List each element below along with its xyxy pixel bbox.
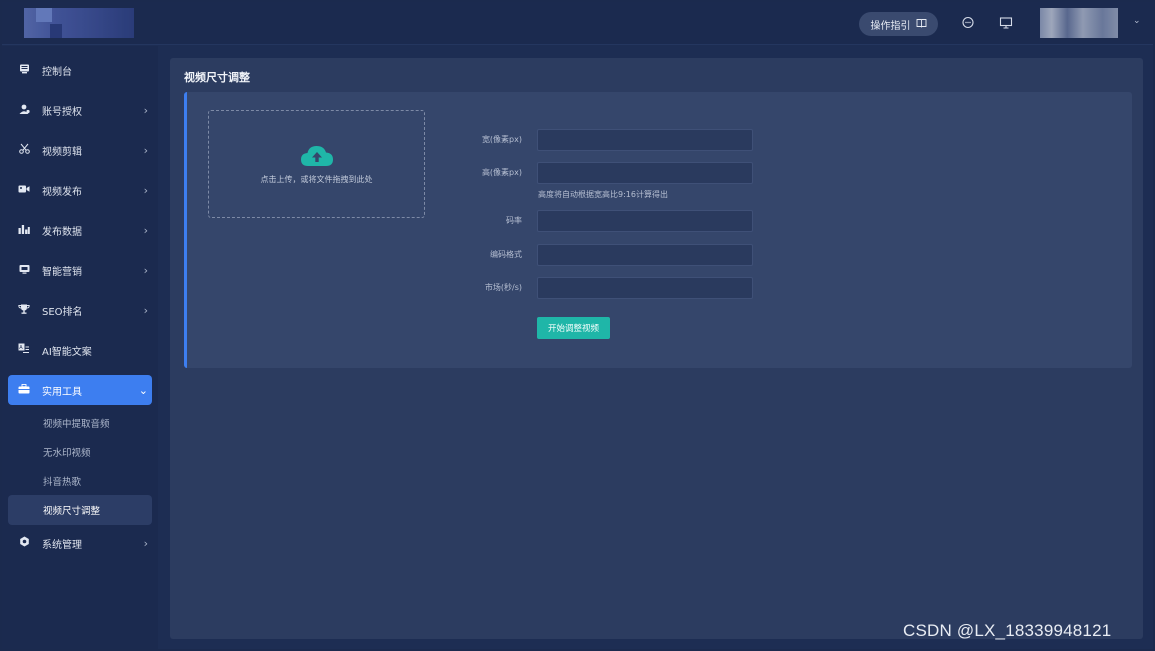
resize-form-card: 点击上传，或将文件拖拽到此处 宽(像素px) 高(像素px) 高度将自动根据宽高… [184,92,1132,368]
page-title: 视频尺寸调整 [184,71,250,84]
video-camera-icon [16,184,32,197]
top-header: 操作指引 ⌄ [2,2,1153,45]
chevron-right-icon: › [143,143,148,157]
sidebar-subitem-video-resize[interactable]: 视频尺寸调整 [8,495,152,525]
guide-button-label: 操作指引 [870,20,911,32]
height-label: 高(像素px) [481,168,522,177]
sidebar-item-dashboard[interactable]: 控制台 [8,55,152,85]
sidebar-item-label: 账号授权 [42,106,82,118]
chevron-right-icon: › [143,303,148,317]
codec-label: 编码格式 [490,250,522,259]
sidebar-item-label: 控制台 [42,66,72,78]
chevron-right-icon: › [143,223,148,237]
upload-hint: 点击上传，或将文件拖拽到此处 [260,174,373,184]
ai-doc-icon: A [16,343,32,357]
svg-text:A: A [19,345,23,351]
sidebar-item-smart-marketing[interactable]: 智能营销 › [8,255,152,285]
sidebar-item-label: SEO排名 [42,306,83,318]
chevron-down-icon: ⌄ [138,383,148,397]
duration-label: 市场(秒/s) [484,283,522,292]
sidebar-item-video-edit[interactable]: 视频剪辑 › [8,135,152,165]
bar-chart-icon [16,224,32,237]
logo-block [50,24,62,38]
cloud-upload-icon [300,145,333,166]
chevron-right-icon: › [143,183,148,197]
sidebar-item-label: 视频发布 [42,186,82,198]
scissors-icon [16,143,32,157]
bitrate-label: 码率 [506,216,522,225]
user-avatar[interactable] [1040,8,1118,38]
sidebar-subitem-label: 无水印视频 [43,448,91,459]
height-input[interactable] [537,162,753,184]
sidebar-item-label: 实用工具 [42,386,82,398]
sidebar-subitem-extract-audio[interactable]: 视频中提取音频 [8,408,152,438]
sidebar-item-seo-rank[interactable]: SEO排名 › [8,295,152,325]
trophy-icon [16,304,32,317]
width-input[interactable] [537,129,753,151]
sidebar-item-label: 发布数据 [42,226,82,238]
sidebar-subitem-douyin-hot-songs[interactable]: 抖音热歌 [8,466,152,496]
sidebar-item-account-auth[interactable]: 账号授权 › [8,95,152,125]
start-resize-button[interactable]: 开始调整视频 [537,317,610,339]
width-label: 宽(像素px) [481,135,522,144]
app-window: 操作指引 ⌄ 控制台 账号授权 › 视频剪辑 › 视频发布 › 发布数据 › 智… [2,2,1153,649]
main-panel: 视频尺寸调整 点击上传，或将文件拖拽到此处 宽(像素px) 高(像素px) 高度… [170,58,1143,639]
logo-block [36,8,52,22]
upload-dropzone[interactable]: 点击上传，或将文件拖拽到此处 [208,110,425,218]
codec-input[interactable] [537,244,753,266]
sidebar-subitem-label: 抖音热歌 [43,477,82,488]
sidebar-item-publish-data[interactable]: 发布数据 › [8,215,152,245]
monitor-icon[interactable] [997,14,1015,32]
chevron-right-icon: › [143,263,148,277]
chevron-right-icon: › [143,536,148,550]
sidebar-item-label: 系统管理 [42,539,82,551]
user-auth-icon [16,104,32,117]
sidebar-item-label: AI智能文案 [42,346,92,358]
sidebar-item-ai-copywriting[interactable]: A AI智能文案 [8,335,152,365]
sidebar-item-label: 智能营销 [42,266,82,278]
aspect-ratio-hint: 高度将自动根据宽高比9:16计算得出 [538,190,668,199]
sidebar-subitem-label: 视频中提取音频 [43,419,110,430]
duration-input[interactable] [537,277,753,299]
sidebar-item-video-publish[interactable]: 视频发布 › [8,175,152,205]
toolbox-icon [16,383,32,397]
logo[interactable] [24,8,134,38]
chevron-right-icon: › [143,103,148,117]
book-icon [916,18,927,31]
chevron-down-icon[interactable]: ⌄ [1133,16,1141,26]
sidebar-item-system-management[interactable]: 系统管理 › [8,528,152,558]
guide-button[interactable]: 操作指引 [859,12,938,36]
chat-icon[interactable] [959,14,977,32]
sidebar-subitem-no-watermark[interactable]: 无水印视频 [8,437,152,467]
marketing-icon [16,264,32,277]
sidebar-item-utility-tools[interactable]: 实用工具 ⌄ [8,375,152,405]
dashboard-icon [16,64,32,77]
bitrate-input[interactable] [537,210,753,232]
sidebar-subitem-label: 视频尺寸调整 [43,506,101,517]
sidebar-item-label: 视频剪辑 [42,146,82,158]
settings-icon [16,536,32,550]
sidebar: 控制台 账号授权 › 视频剪辑 › 视频发布 › 发布数据 › 智能营销 › S… [2,46,158,649]
watermark: CSDN @LX_18339948121 [903,621,1112,640]
